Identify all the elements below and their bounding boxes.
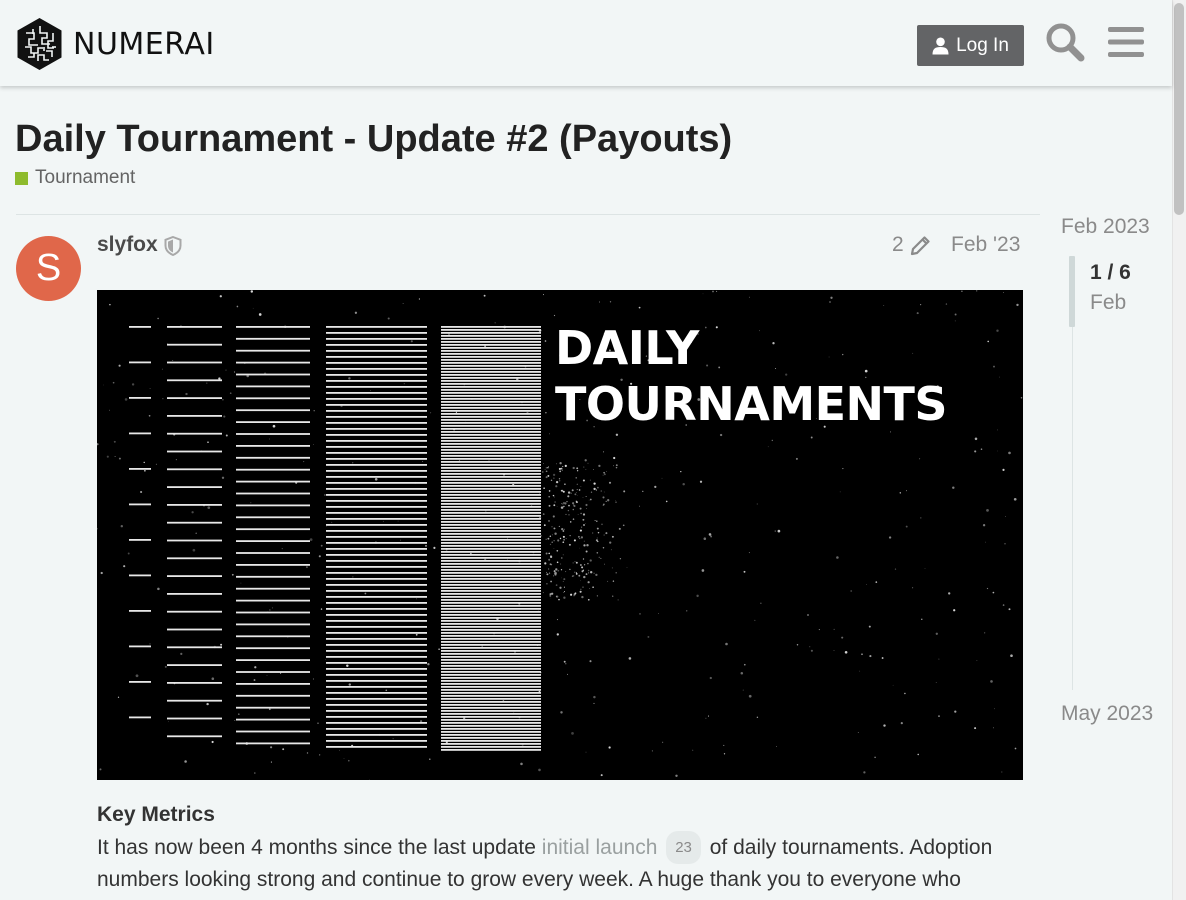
logo-text: NUMERAI (73, 26, 215, 62)
timeline-start-date[interactable]: Feb 2023 (1061, 215, 1150, 239)
log-in-button[interactable]: Log In (917, 25, 1024, 66)
post-banner-image[interactable]: DAILY TOURNAMENTS (97, 290, 1023, 780)
category-color-swatch (15, 171, 28, 185)
hamburger-menu-icon[interactable] (1104, 20, 1148, 64)
banner-title: DAILY TOURNAMENTS (555, 320, 948, 432)
timeline-month: Feb (1090, 291, 1127, 314)
link-click-count: 23 (666, 831, 701, 864)
scrollbar-thumb[interactable] (1174, 3, 1184, 215)
section-heading: Key Metrics (97, 803, 215, 826)
search-icon[interactable] (1043, 20, 1087, 64)
post-date[interactable]: Feb '23 (951, 233, 1020, 257)
pencil-icon (910, 236, 930, 256)
banner-title-line1: DAILY (555, 321, 699, 375)
log-in-label: Log In (956, 34, 1009, 56)
numerai-logo[interactable]: NUMERAI (16, 17, 215, 71)
moderator-shield-icon (164, 235, 182, 261)
avatar[interactable]: S (16, 236, 81, 301)
initial-launch-link[interactable]: initial launch (542, 836, 658, 859)
timeline-handle[interactable] (1069, 256, 1075, 327)
title-divider (16, 214, 1040, 215)
category-badge[interactable]: Tournament (15, 167, 135, 189)
timeline-position: 1 / 6 (1090, 261, 1131, 284)
banner-title-line2: TOURNAMENTS (555, 377, 948, 431)
post-username[interactable]: slyfox (97, 233, 158, 257)
edit-count: 2 (892, 233, 904, 256)
post-body-text: It has now been 4 months since the last … (97, 831, 1027, 895)
category-label: Tournament (35, 167, 136, 188)
edit-history-button[interactable]: 2 (892, 233, 932, 257)
topic-title[interactable]: Daily Tournament - Update #2 (Payouts) (15, 118, 732, 161)
numerai-logo-icon (17, 18, 62, 70)
site-header: NUMERAI Log In (0, 0, 1172, 86)
body-text-start: It has now been 4 months since the last … (97, 836, 542, 859)
timeline-end-date[interactable]: May 2023 (1061, 702, 1153, 726)
user-icon (932, 37, 949, 54)
